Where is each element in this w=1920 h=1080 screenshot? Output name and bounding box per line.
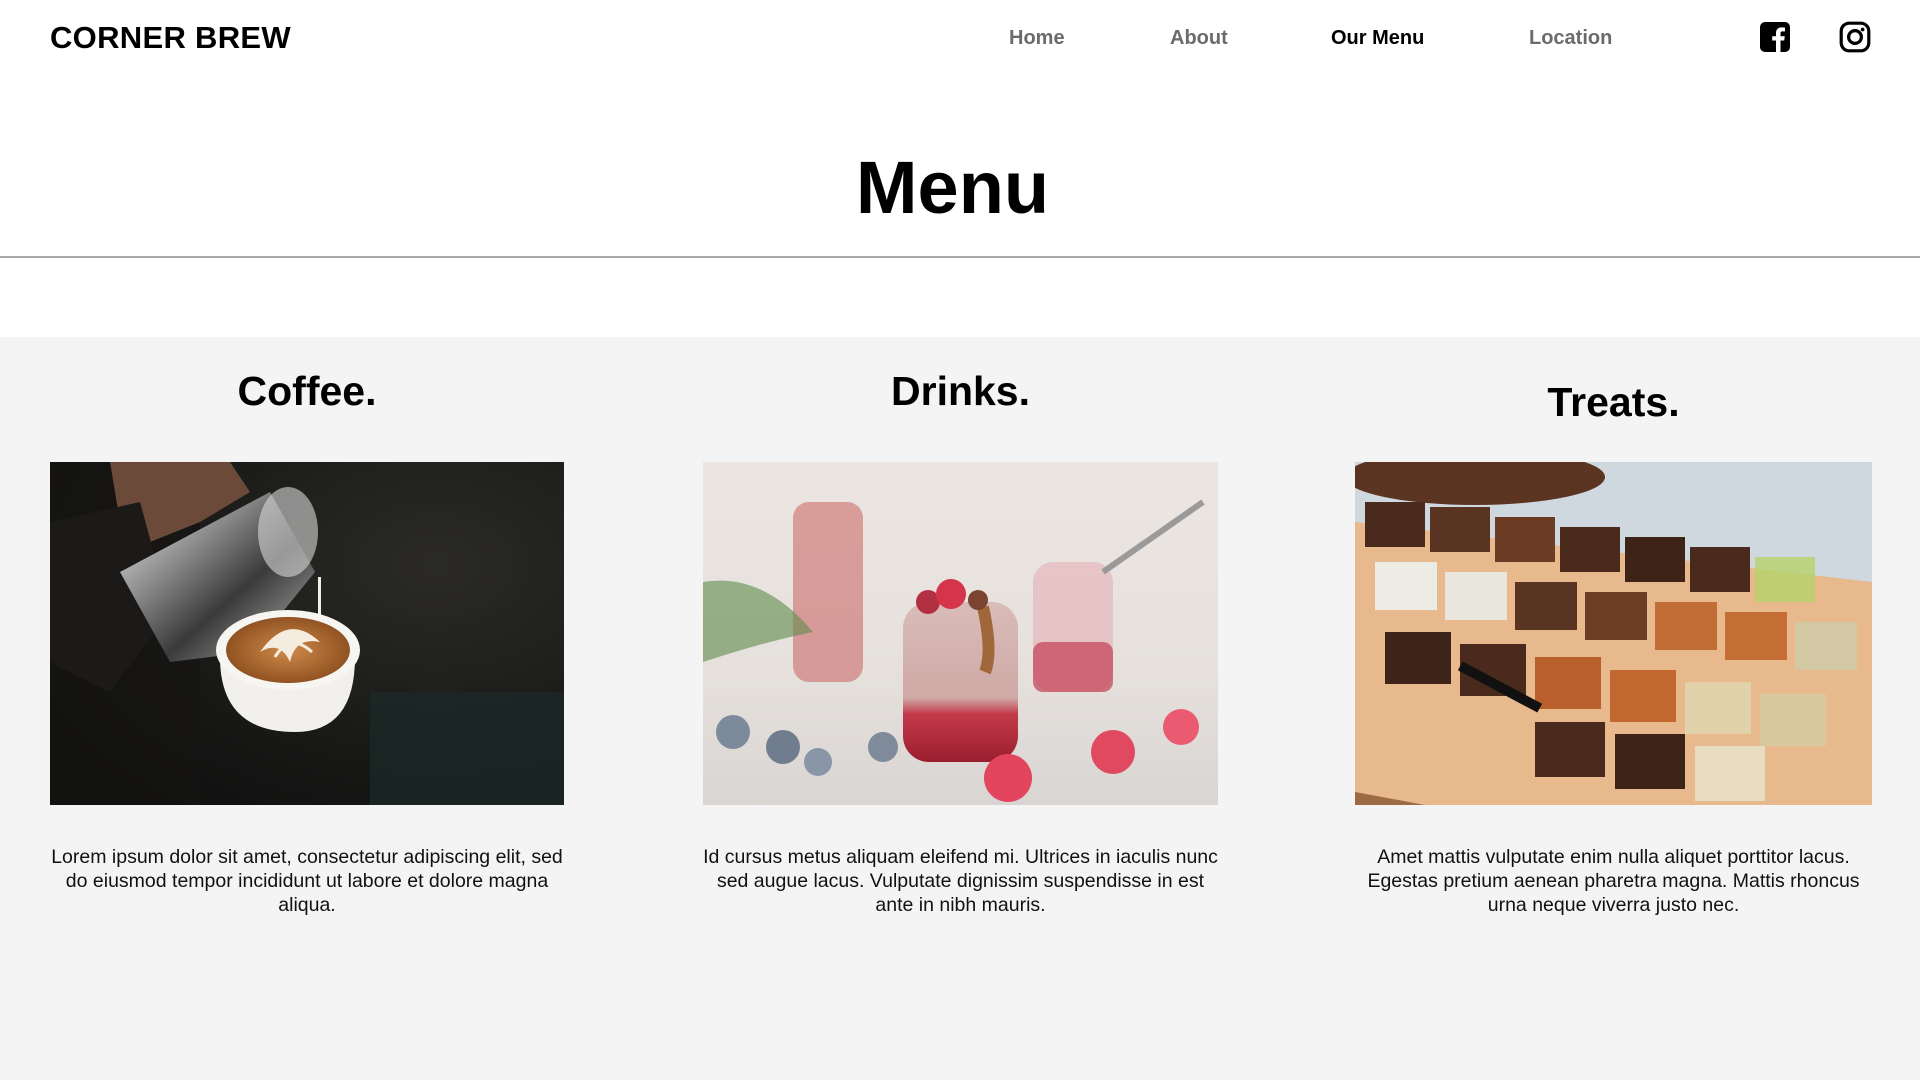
nav-item-location[interactable]: Location [1529, 27, 1612, 50]
nav-item-home[interactable]: Home [1009, 27, 1065, 50]
berry-smoothie-jars-photo [703, 462, 1218, 805]
page-title: Menu [855, 146, 1050, 229]
site-header: CORNER BREW Home About Our Menu Location [0, 0, 1920, 78]
brownie-tray-photo [1355, 462, 1872, 805]
category-description: Lorem ipsum dolor sit amet, consectetur … [51, 846, 563, 916]
category-title: Coffee. [237, 368, 377, 414]
category-title: Drinks. [891, 368, 1030, 414]
category-card-coffee: Coffee. Lorem ipsum dolor sit amet, cons… [50, 337, 564, 1080]
facebook-icon[interactable] [1759, 21, 1791, 53]
category-title: Treats. [1547, 379, 1680, 425]
instagram-icon[interactable] [1839, 21, 1871, 53]
nav-item-about[interactable]: About [1170, 27, 1228, 50]
latte-art-pour-photo [50, 462, 564, 805]
category-card-treats: Treats. Amet mattis vulputate enim nulla… [1355, 337, 1872, 1080]
category-description: Id cursus metus aliquam eleifend mi. Ult… [703, 846, 1218, 916]
category-description: Amet mattis vulputate enim nulla aliquet… [1367, 846, 1860, 916]
menu-categories: Coffee. Lorem ipsum dolor sit amet, cons… [0, 337, 1920, 1080]
nav-item-our-menu[interactable]: Our Menu [1331, 27, 1424, 50]
main-nav: Home About Our Menu Location [0, 27, 1920, 53]
category-card-drinks: Drinks. Id cursus metus aliquam eleifend… [703, 337, 1218, 1080]
title-divider [0, 256, 1920, 258]
